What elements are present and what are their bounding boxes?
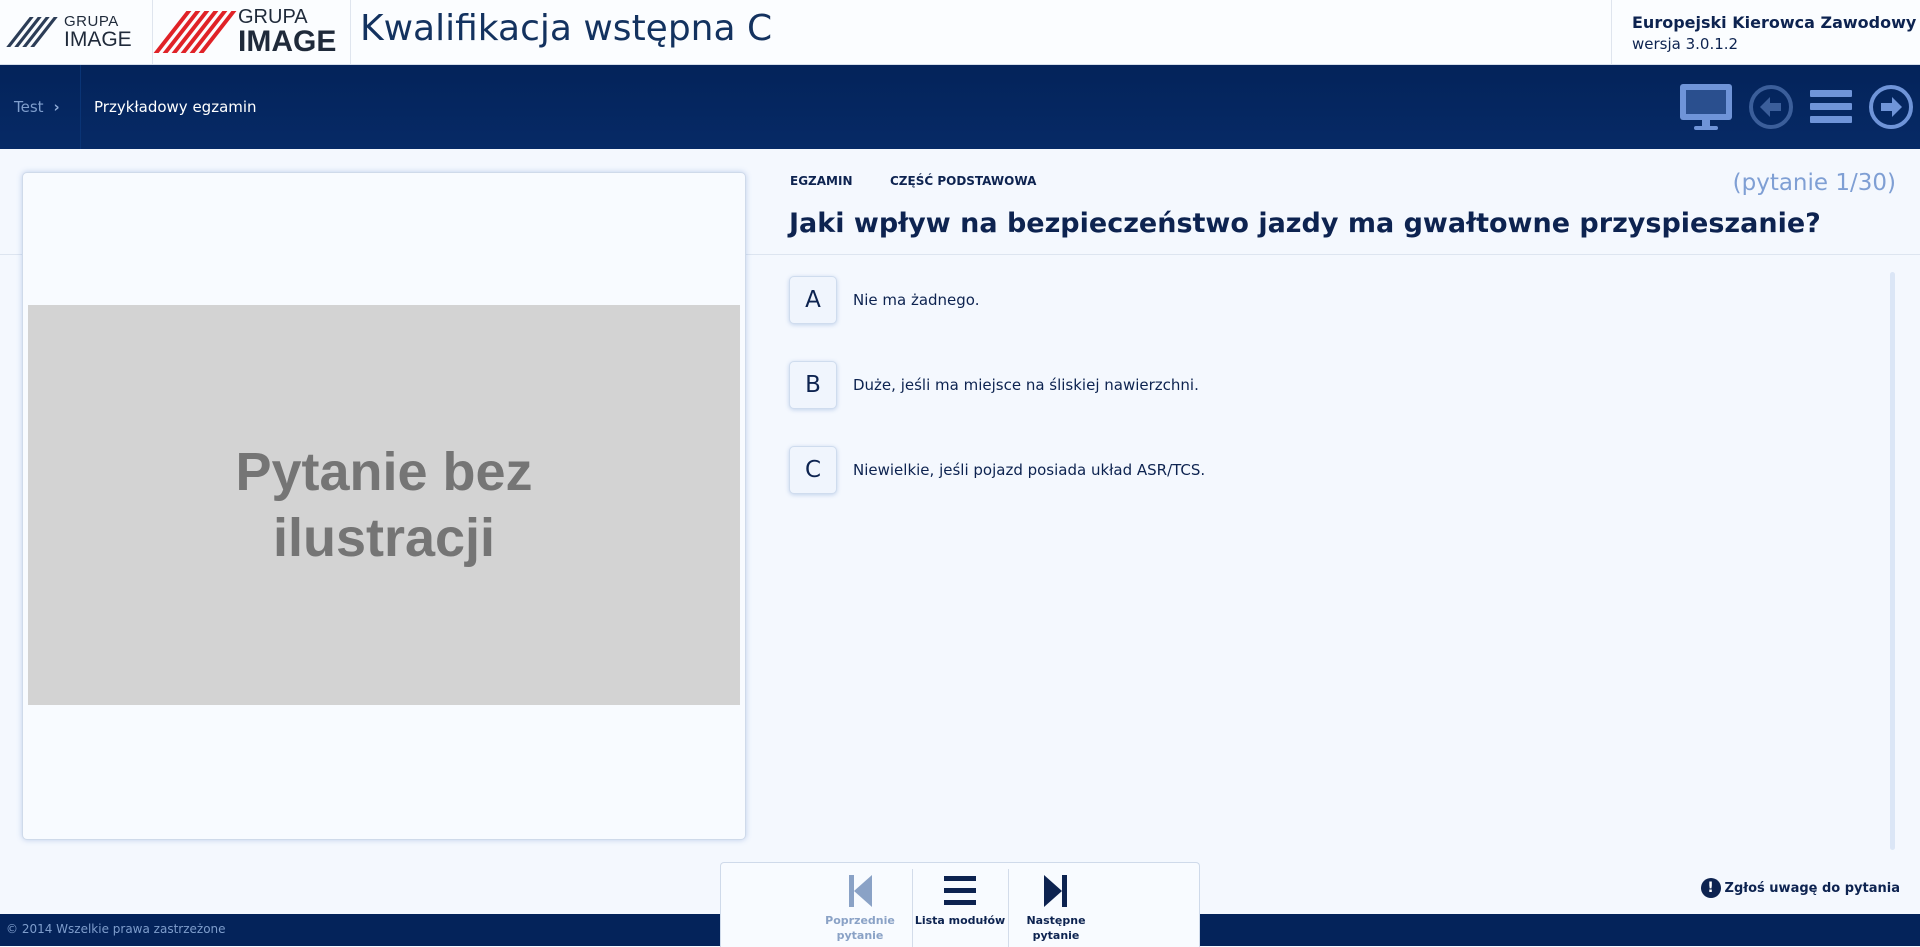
previous-question-button[interactable]: Poprzednie pytanie <box>813 863 907 947</box>
skip-forward-icon <box>1044 875 1067 907</box>
forward-arrow-icon[interactable] <box>1868 84 1914 130</box>
previous-question-label[interactable]: Poprzednie pytanie <box>813 913 907 943</box>
version-info: Europejski Kierowca Zawodowy wersja 3.0.… <box>1611 0 1920 64</box>
answer-b-letter[interactable]: B <box>789 361 837 409</box>
logo-large-line2: IMAGE <box>238 25 337 58</box>
logo-small-line1: GRUPA <box>64 13 119 30</box>
answer-c-text[interactable]: Niewielkie, jeśli pojazd posiada układ A… <box>853 461 1205 479</box>
breadcrumb-root-label[interactable]: Test <box>14 98 44 116</box>
monitor-icon[interactable] <box>1678 82 1734 132</box>
answer-b-text[interactable]: Duże, jeśli ma miejsce na śliskiej nawie… <box>853 376 1199 394</box>
logo-small-line2: IMAGE <box>64 28 132 51</box>
report-issue-link[interactable]: ! Zgłoś uwagę do pytania <box>1700 878 1900 898</box>
question-counter: (pytanie 1/30) <box>1732 170 1896 196</box>
copyright-text: © 2014 Wszelkie prawa zastrzeżone <box>6 922 226 936</box>
next-question-button[interactable]: Następne pytanie <box>1009 863 1103 947</box>
breadcrumb-current: Przykładowy egzamin <box>94 98 257 116</box>
module-list-button[interactable]: Lista modułów <box>913 863 1007 947</box>
skip-back-icon <box>849 875 872 907</box>
no-illustration-placeholder: Pytanie bez ilustracji <box>28 305 740 705</box>
answer-c[interactable]: C Niewielkie, jeśli pojazd posiada układ… <box>789 446 1205 494</box>
question-image-card: Pytanie bez ilustracji <box>22 172 746 840</box>
list-icon <box>944 876 976 905</box>
menu-icon[interactable] <box>1808 87 1854 127</box>
product-name: Europejski Kierowca Zawodowy <box>1632 13 1917 32</box>
answers-scrollbar[interactable] <box>1890 272 1895 850</box>
version-label: wersja 3.0.1.2 <box>1632 35 1739 53</box>
logo-large-line1: GRUPA <box>238 6 308 28</box>
breadcrumb-test[interactable]: Test › <box>0 65 81 149</box>
tag-part: CZĘŚĆ PODSTAWOWA <box>890 174 1037 188</box>
question-text: Jaki wpływ na bezpieczeństwo jazdy ma gw… <box>789 208 1821 239</box>
report-issue-label[interactable]: Zgłoś uwagę do pytania <box>1725 881 1900 896</box>
bottom-navigation: Poprzednie pytanie Lista modułów Następn… <box>720 862 1200 947</box>
navbar-icons <box>1664 65 1920 149</box>
next-question-label[interactable]: Następne pytanie <box>1009 913 1103 943</box>
chevron-right-icon: › <box>53 98 60 116</box>
grupa-image-logo-large: GRUPA IMAGE <box>153 0 351 64</box>
exclamation-icon: ! <box>1700 878 1721 898</box>
navigation-bar: Test › Przykładowy egzamin <box>0 65 1920 149</box>
tag-exam: EGZAMIN <box>790 174 853 188</box>
grupa-image-logo-small: GRUPA IMAGE <box>6 0 153 64</box>
logo-stripes-red <box>153 11 237 53</box>
answer-a-letter[interactable]: A <box>789 276 837 324</box>
module-list-label[interactable]: Lista modułów <box>913 913 1007 928</box>
placeholder-text: Pytanie bez ilustracji <box>235 442 533 568</box>
app-title: Kwalifikacja wstępna C <box>360 8 773 49</box>
answer-b[interactable]: B Duże, jeśli ma miejsce na śliskiej naw… <box>789 361 1199 409</box>
back-arrow-icon[interactable] <box>1748 84 1794 130</box>
answer-c-letter[interactable]: C <box>789 446 837 494</box>
top-header: GRUPA IMAGE GRUPA IMAGE Kwalifikacja wst… <box>0 0 1920 65</box>
logo-stripes <box>6 17 58 47</box>
answer-a-text[interactable]: Nie ma żadnego. <box>853 291 979 309</box>
answer-a[interactable]: A Nie ma żadnego. <box>789 276 979 324</box>
